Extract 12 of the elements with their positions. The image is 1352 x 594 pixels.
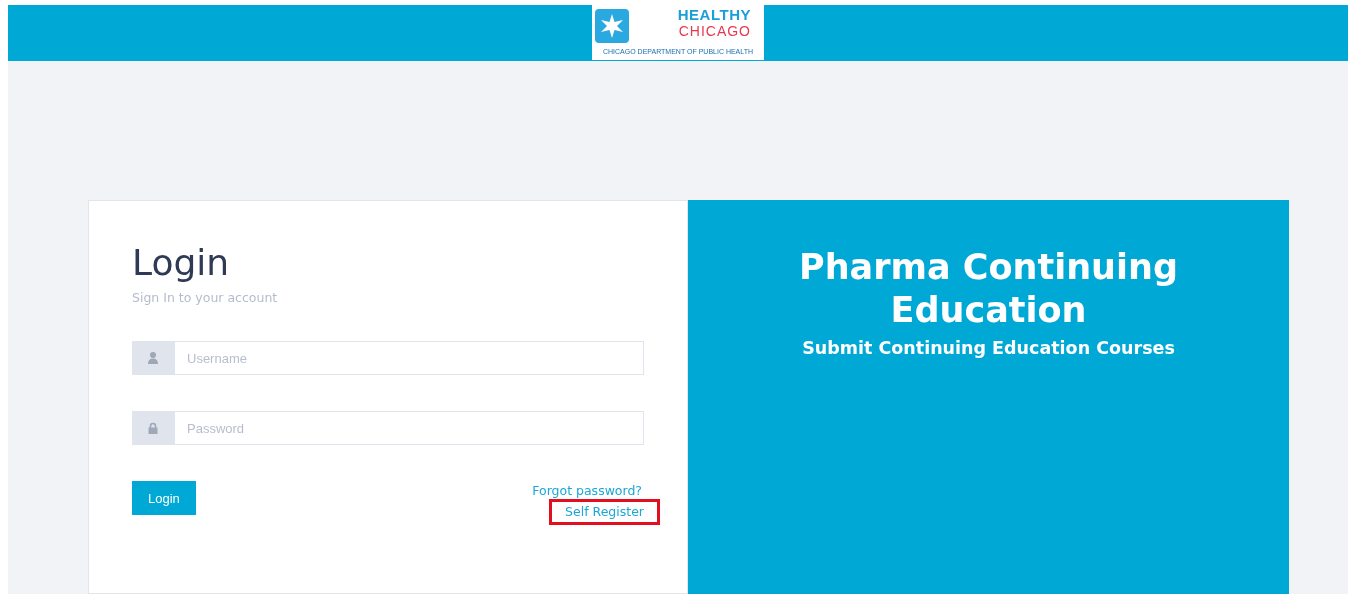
promo-title: Pharma Continuing Education: [798, 246, 1179, 332]
logo-text: CHICAGO: [678, 23, 751, 39]
login-title: Login: [132, 241, 231, 285]
login-subtitle: Sign In to your account: [132, 290, 279, 306]
promo-subtitle: Submit Continuing Education Courses: [801, 338, 1176, 358]
link[interactable]: Forgot password?: [530, 481, 644, 502]
logo-text: HEALTHY: [677, 7, 751, 23]
lock-icon: [148, 422, 158, 435]
user-icon: [148, 352, 158, 365]
login-button[interactable]: Login: [132, 481, 196, 516]
input-field[interactable]: Username: [174, 341, 644, 376]
input-field[interactable]: Password: [174, 411, 644, 446]
